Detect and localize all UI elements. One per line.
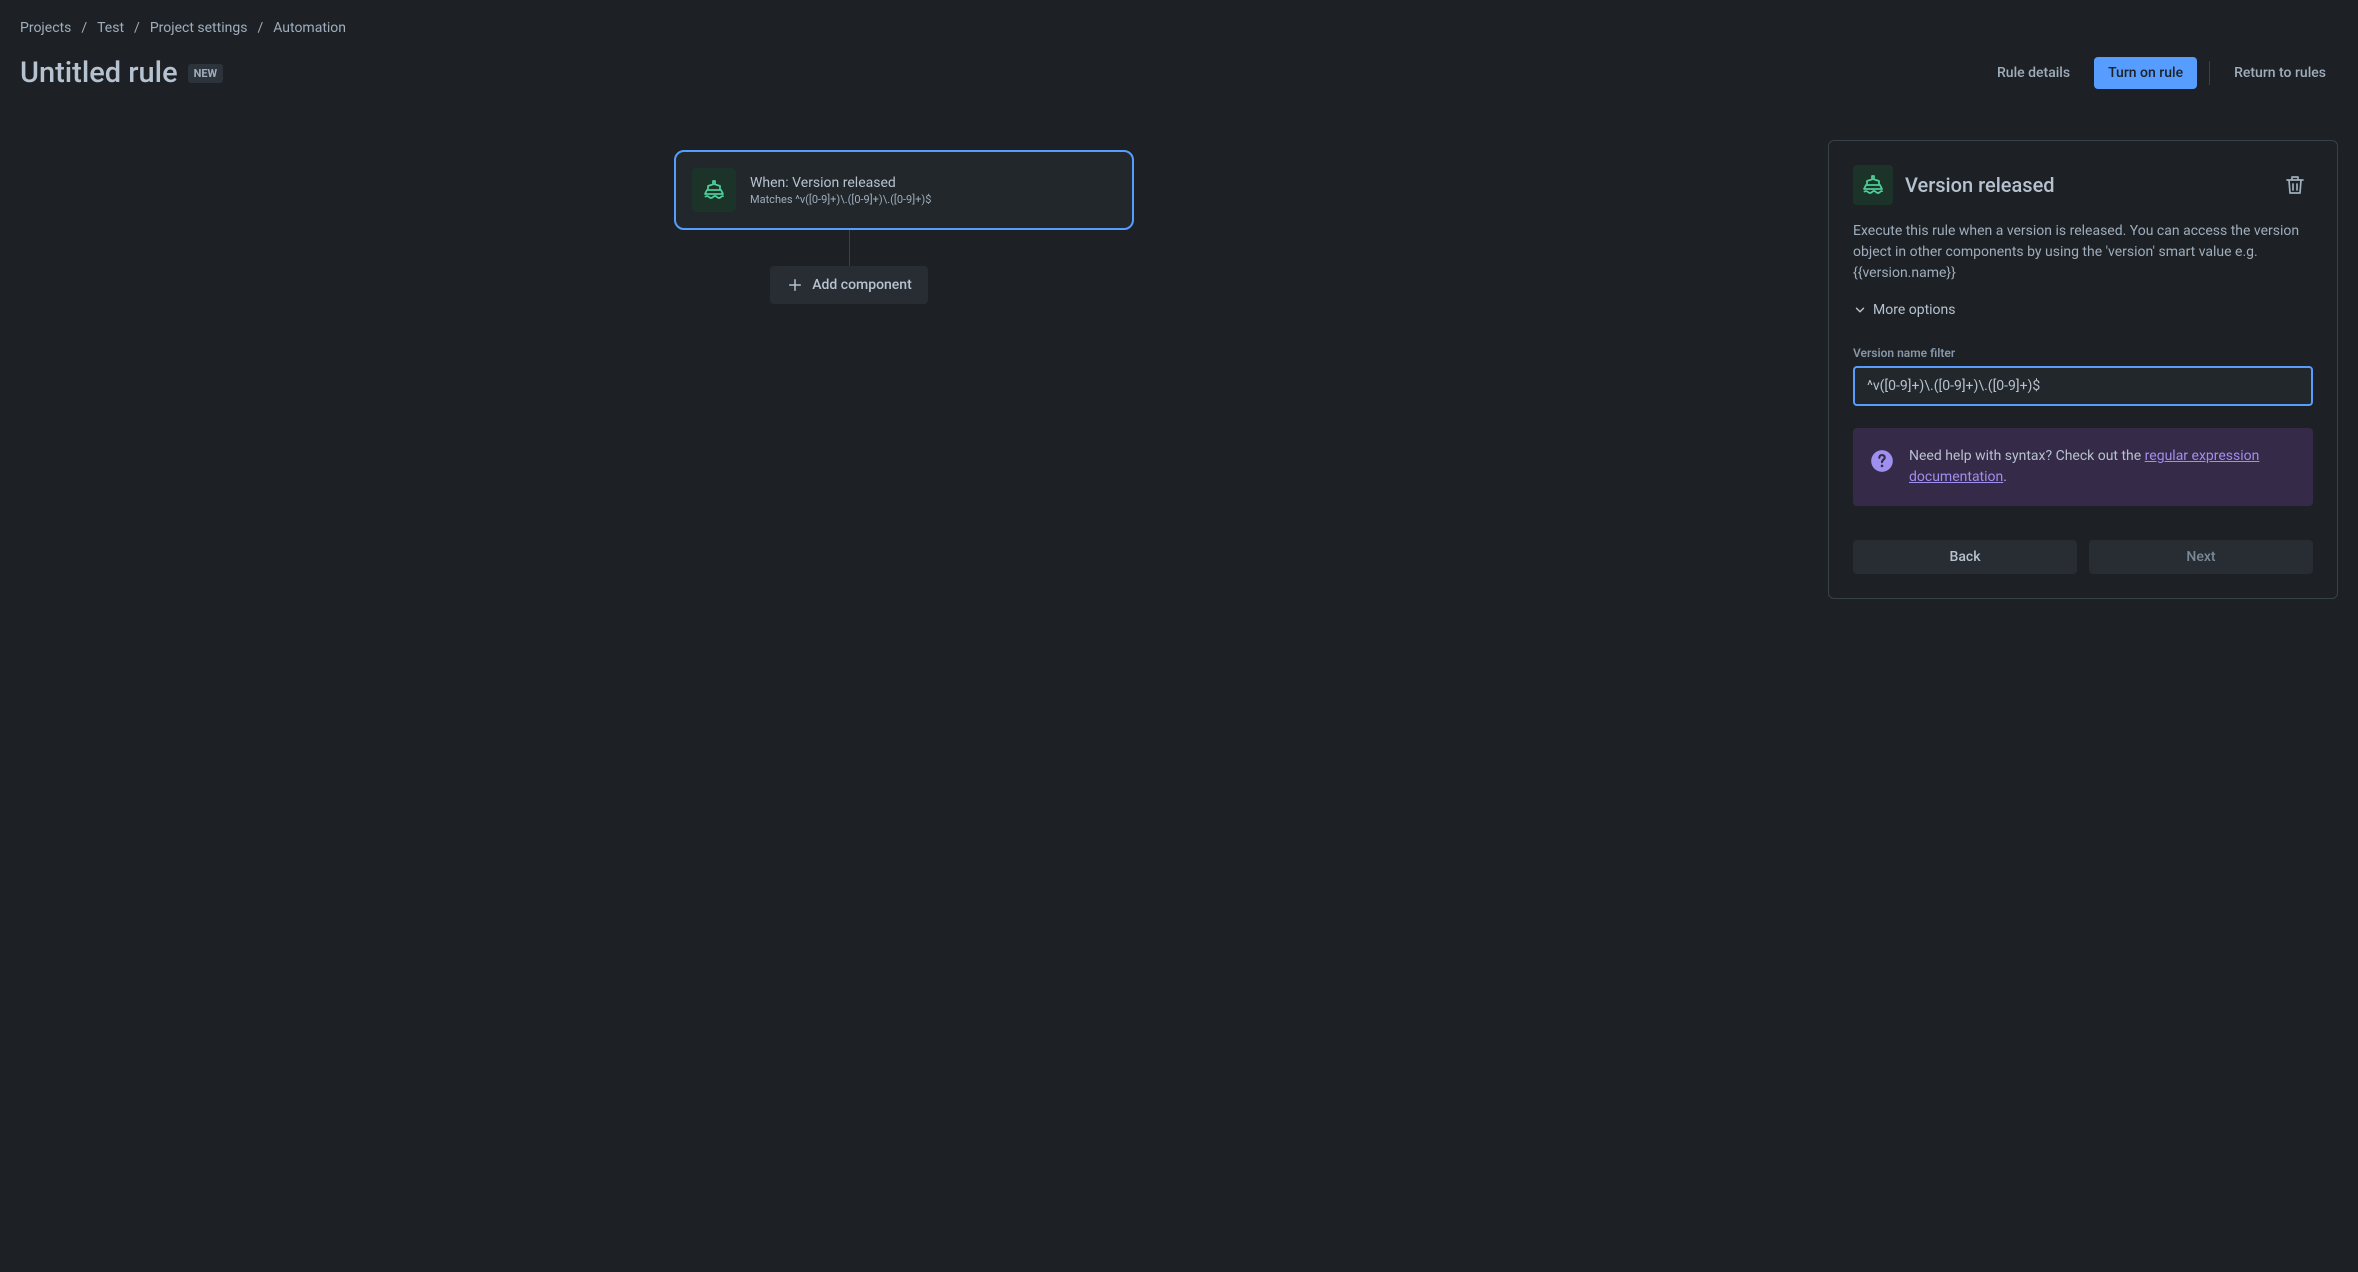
config-panel-title: Version released — [1905, 173, 2055, 197]
breadcrumb-separator: / — [257, 20, 263, 36]
question-icon — [1869, 448, 1895, 474]
add-component-label: Add component — [812, 277, 912, 293]
return-to-rules-button[interactable]: Return to rules — [2222, 57, 2338, 89]
chevron-down-icon — [1853, 303, 1867, 317]
breadcrumb-automation[interactable]: Automation — [273, 20, 346, 36]
title-area: Untitled rule NEW — [20, 56, 223, 90]
divider — [2209, 61, 2210, 85]
delete-button[interactable] — [2277, 167, 2313, 203]
flow-connector — [849, 230, 850, 266]
add-component-button[interactable]: Add component — [770, 266, 928, 304]
ship-icon — [692, 168, 736, 212]
more-options-toggle[interactable]: More options — [1853, 302, 1956, 318]
version-name-filter-input[interactable] — [1853, 366, 2313, 406]
trash-icon — [2283, 173, 2307, 197]
breadcrumbs: Projects / Test / Project settings / Aut… — [0, 0, 2358, 36]
turn-on-rule-button[interactable]: Turn on rule — [2094, 57, 2197, 89]
trigger-card[interactable]: When: Version released Matches ^v([0-9]+… — [674, 150, 1134, 230]
breadcrumb-test[interactable]: Test — [97, 20, 124, 36]
header-actions: Rule details Turn on rule Return to rule… — [1985, 57, 2338, 89]
breadcrumb-projects[interactable]: Projects — [20, 20, 71, 36]
ship-icon — [1853, 165, 1893, 205]
config-panel: Version released Execute this rule when … — [1828, 140, 2338, 599]
page-title: Untitled rule — [20, 56, 178, 90]
main-content: When: Version released Matches ^v([0-9]+… — [0, 90, 2358, 619]
next-button[interactable]: Next — [2089, 540, 2313, 574]
help-text: Need help with syntax? Check out the reg… — [1909, 446, 2297, 488]
config-panel-header: Version released — [1853, 165, 2313, 205]
trigger-card-subtitle: Matches ^v([0-9]+)\.([0-9]+)\.([0-9]+)$ — [750, 193, 1116, 206]
back-button[interactable]: Back — [1853, 540, 2077, 574]
new-badge: NEW — [188, 64, 224, 83]
config-footer: Back Next — [1853, 540, 2313, 574]
help-prefix: Need help with syntax? Check out the — [1909, 448, 2145, 464]
breadcrumb-separator: / — [134, 20, 140, 36]
trigger-card-text: When: Version released Matches ^v([0-9]+… — [750, 175, 1116, 206]
plus-icon — [786, 276, 804, 294]
more-options-label: More options — [1873, 302, 1956, 318]
flow-area: When: Version released Matches ^v([0-9]+… — [20, 140, 1788, 599]
config-description: Execute this rule when a version is rele… — [1853, 221, 2313, 284]
breadcrumb-project-settings[interactable]: Project settings — [150, 20, 248, 36]
header: Untitled rule NEW Rule details Turn on r… — [0, 36, 2358, 90]
trigger-card-title: When: Version released — [750, 175, 1116, 191]
breadcrumb-separator: / — [81, 20, 87, 36]
help-suffix: . — [2003, 469, 2007, 485]
help-box: Need help with syntax? Check out the reg… — [1853, 428, 2313, 506]
rule-details-button[interactable]: Rule details — [1985, 57, 2082, 89]
config-panel-title-area: Version released — [1853, 165, 2055, 205]
version-name-filter-label: Version name filter — [1853, 346, 2313, 360]
